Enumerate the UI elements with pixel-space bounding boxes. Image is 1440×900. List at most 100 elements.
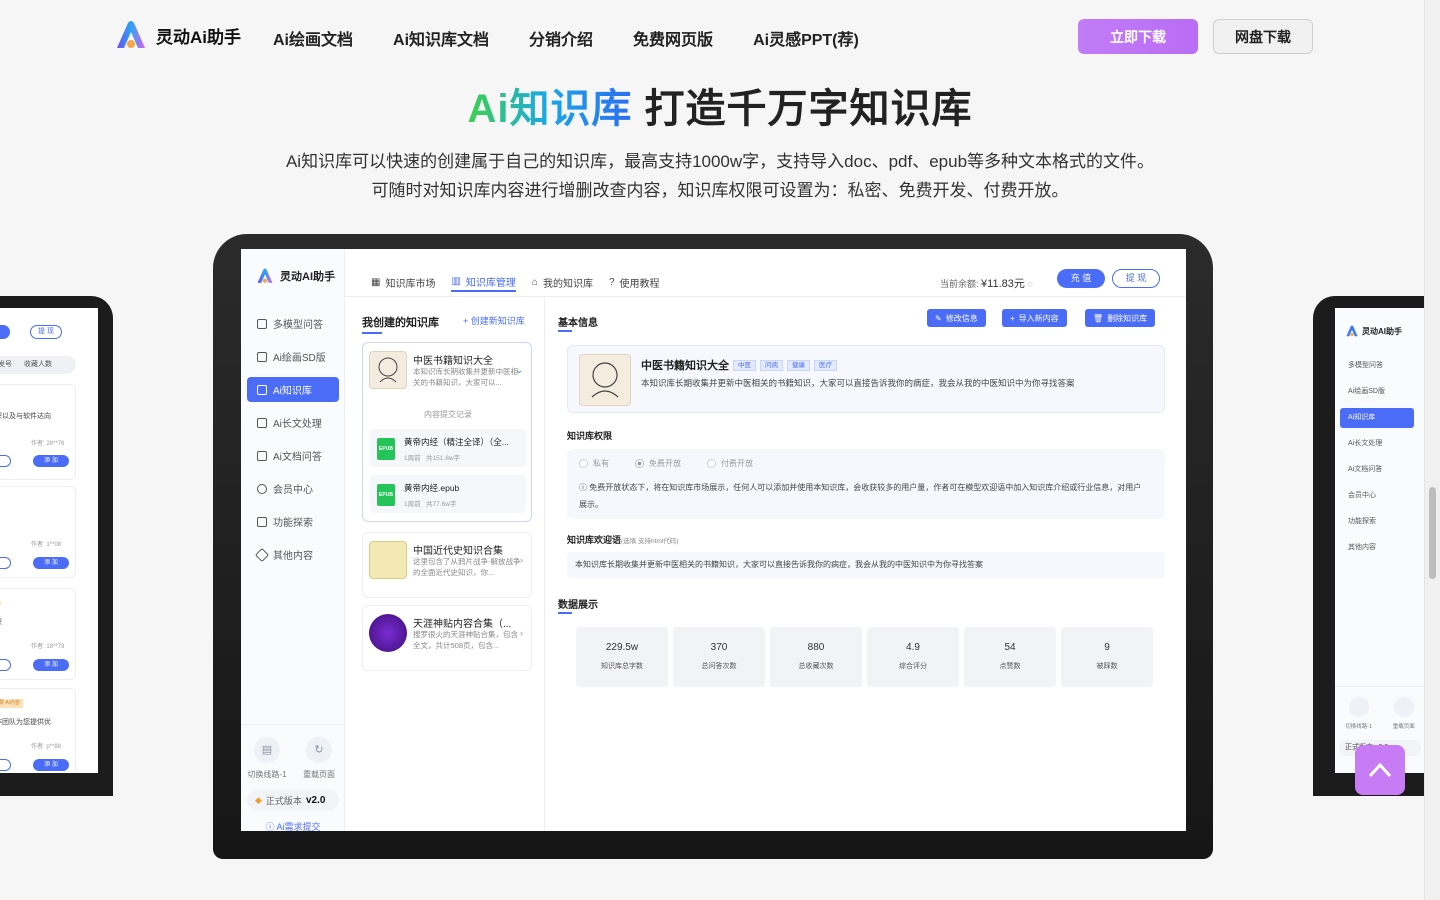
hero-title-accent: Ai知识库 bbox=[467, 87, 633, 131]
tag: 健康 bbox=[787, 359, 810, 371]
menu-label: Ai长文处理 bbox=[273, 419, 322, 430]
nav-link-ppt[interactable]: Ai灵感PPT(荐) bbox=[753, 26, 859, 50]
switch-line-label: 切换线路-1 bbox=[247, 770, 287, 779]
sage-portrait-icon bbox=[378, 357, 398, 383]
left-card-4-author: 作者: p**88 bbox=[31, 744, 62, 750]
radio-dot-selected bbox=[635, 459, 644, 468]
logo-icon bbox=[117, 21, 145, 48]
permission-radios: 私有 免费开放 付费开放 bbox=[579, 458, 753, 469]
file-item[interactable]: EPUB 黄帝内经.epub 1周前 共77.6w字 bbox=[370, 475, 526, 513]
sidebar-bottom: ▤ 切换线路-1 ↻ 重载页面 ◆ 正式版本 v2.0 ⓘ Ai需求提交 bbox=[241, 724, 345, 831]
kb-list-title: 我创建的知识库 bbox=[362, 317, 439, 329]
file-meta: 1周前 共77.6w字 bbox=[404, 498, 456, 508]
stat-total-favorites: 880 总收藏次数 bbox=[770, 627, 862, 687]
create-kb-button[interactable]: + 创建新知识库 bbox=[463, 314, 525, 327]
menu-item-doc-qa[interactable]: Ai文档问答 bbox=[247, 443, 339, 468]
app-logo-text: 灵动AI助手 bbox=[280, 271, 335, 283]
import-content-button[interactable]: + 导入新内容 bbox=[1002, 309, 1067, 327]
recharge-button[interactable]: 充 值 bbox=[1057, 269, 1105, 288]
radio-paid-open[interactable]: 付费开放 bbox=[707, 458, 753, 469]
delete-kb-button[interactable]: 🗑 删除知识库 bbox=[1085, 309, 1156, 327]
edit-info-button[interactable]: ✎ 修改信息 bbox=[927, 309, 986, 327]
menu-item-other[interactable]: 其他内容 bbox=[247, 542, 339, 567]
download-button[interactable]: 立即下载 bbox=[1078, 19, 1198, 54]
tag: 中医 bbox=[733, 359, 756, 371]
main-tablet: ⌄ 灵动AI助手 多模型问答 Ai绘画SD版 Ai知识库 Ai长文处理 Ai文档… bbox=[213, 234, 1213, 859]
left-card-1-author: 作者: 28**76 bbox=[31, 441, 65, 447]
kb-list-title-underline bbox=[362, 332, 382, 334]
menu-label: Ai知识库 bbox=[273, 386, 312, 397]
menu-label: 会员中心 bbox=[273, 485, 313, 496]
right-menu: 多模型问答 Ai绘画SD版 Ai知识库 Ai长文处理 Ai文档问答 会员中心 功… bbox=[1340, 356, 1414, 564]
tab-label: 我的知识库 bbox=[542, 278, 593, 290]
grid-icon bbox=[257, 516, 267, 527]
menu-item-knowledge-base[interactable]: Ai知识库 bbox=[247, 377, 339, 402]
welcome-input[interactable]: 本知识库长期收集并更新中医相关的书籍知识，大家可以直接告诉我你的病症，我会从我的… bbox=[567, 552, 1165, 578]
nav-link-free-web[interactable]: 免费网页版 bbox=[633, 26, 713, 50]
nav-links: Ai绘画文档 Ai知识库文档 分销介绍 免费网页版 Ai灵感PPT(荐) bbox=[273, 26, 859, 50]
menu-item-member[interactable]: 会员中心 bbox=[247, 476, 339, 501]
stat-value: 370 bbox=[710, 642, 728, 653]
tab-kb-manage[interactable]: ▥ 知识库管理 bbox=[451, 272, 516, 292]
hero-desc-line-1: Ai知识库可以快速的创建属于自己的知识库，最高支持1000w字，支持导入doc、… bbox=[285, 152, 1155, 171]
nav-link-distribution[interactable]: 分销介绍 bbox=[529, 26, 593, 50]
edit-info-label: 修改信息 bbox=[945, 313, 978, 323]
welcome-title: 知识库欢迎语(选填 支持html代码) bbox=[567, 533, 678, 546]
file-chat-icon bbox=[257, 450, 267, 461]
left-card-2: 作者: 1**08 添 加 bbox=[0, 486, 76, 578]
left-card-3-tag bbox=[0, 599, 1, 607]
tab-kb-market[interactable]: ▦ 知识库市场 bbox=[371, 272, 435, 292]
menu-item-explore[interactable]: 功能探索 bbox=[247, 509, 339, 534]
reload-page-button[interactable]: ↻ 重载页面 bbox=[293, 737, 345, 780]
balance-value: ¥11.83元 bbox=[981, 278, 1025, 290]
back-to-top-button[interactable] bbox=[1355, 745, 1405, 795]
book-icon bbox=[257, 384, 267, 395]
stat-label: 总问答次数 bbox=[701, 663, 737, 670]
help-icon: ⓘ bbox=[265, 822, 277, 831]
nav-link-knowledge-docs[interactable]: Ai知识库文档 bbox=[393, 26, 489, 50]
stat-value: 4.9 bbox=[906, 642, 920, 653]
app-topbar: ▦ 知识库市场 ▥ 知识库管理 ⌂ 我的知识库 ? 使用教程 当前余额: ¥11.83元… bbox=[345, 249, 1186, 297]
menu-label: 其他内容 bbox=[273, 551, 313, 562]
tab-my-kb[interactable]: ⌂ 我的知识库 bbox=[532, 272, 593, 292]
version-number: v2.0 bbox=[305, 794, 326, 806]
app-logo-icon bbox=[257, 268, 273, 283]
home-icon bbox=[257, 318, 267, 329]
site-logo[interactable]: 灵动Ai助手 bbox=[114, 20, 241, 50]
plus-icon: + bbox=[1010, 313, 1015, 323]
kb-card-title: 天涯神贴内容合集（... bbox=[413, 619, 512, 630]
radio-private[interactable]: 私有 bbox=[579, 458, 609, 469]
site-logo-text: 灵动Ai助手 bbox=[156, 27, 241, 47]
radio-free-open[interactable]: 免费开放 bbox=[635, 458, 681, 469]
right-menu-item-4: Ai长文处理 bbox=[1348, 440, 1383, 447]
switch-line-button[interactable]: ▤ 切换线路-1 bbox=[241, 737, 293, 780]
chevron-right-icon[interactable]: › bbox=[520, 628, 523, 638]
left-card-3-btn bbox=[0, 659, 11, 671]
kb-card-active[interactable]: 中医书籍知识大全 本知识库长期收集并更新中医相关的书籍知识，大家可以... ⌄ … bbox=[362, 342, 532, 522]
kb-card[interactable]: 天涯神贴内容合集（... 搜罗很火的天涯神贴合集，包含全文，共计508页，包含.… bbox=[362, 605, 532, 671]
menu-item-multi-model[interactable]: 多模型问答 bbox=[247, 311, 339, 336]
basic-info-title: 基本信息 bbox=[558, 318, 598, 329]
stat-value: 229.5w bbox=[605, 642, 639, 653]
chevron-right-icon[interactable]: › bbox=[520, 555, 523, 565]
menu-item-long-text[interactable]: Ai长文处理 bbox=[247, 410, 339, 435]
left-card-1-add: 添 加 bbox=[33, 455, 69, 467]
kb-card[interactable]: 中国近代史知识合集 这里包含了从鸦片战争-解放战争的全面近代史知识，你... › bbox=[362, 532, 532, 598]
page-scrollbar-track[interactable] bbox=[1424, 0, 1440, 900]
file-item[interactable]: EPUB 黄帝内经（精注全译）（全... 1周前 共151.8w字 bbox=[370, 429, 526, 467]
tab-tutorial[interactable]: ? 使用教程 bbox=[609, 272, 660, 292]
nav-link-ai-drawing-docs[interactable]: Ai绘画文档 bbox=[273, 26, 353, 50]
right-logo: 灵动AI助手 bbox=[1345, 325, 1402, 337]
diamond-icon bbox=[254, 547, 270, 562]
page-scrollbar-thumb[interactable] bbox=[1429, 487, 1436, 579]
right-tablet-preview: 灵动AI助手 多模型问答 Ai绘画SD版 Ai知识库 Ai长文处理 Ai文档问答… bbox=[1313, 296, 1425, 796]
chevron-down-icon[interactable]: ⌄ bbox=[515, 365, 523, 376]
menu-item-sd-drawing[interactable]: Ai绘画SD版 bbox=[247, 344, 339, 369]
feedback-link[interactable]: ⓘ Ai需求提交 bbox=[241, 820, 345, 831]
refresh-icon[interactable]: ◌ bbox=[1027, 279, 1032, 289]
cloud-download-button[interactable]: 网盘下载 bbox=[1213, 19, 1313, 54]
withdraw-button[interactable]: 提 现 bbox=[1112, 269, 1160, 288]
stat-label: 知识库总字数 bbox=[601, 663, 643, 670]
menu-label: 多模型问答 bbox=[273, 320, 323, 331]
kb-info-title-row: 中医书籍知识大全 中医 问病 健康 医疗 bbox=[641, 357, 837, 373]
